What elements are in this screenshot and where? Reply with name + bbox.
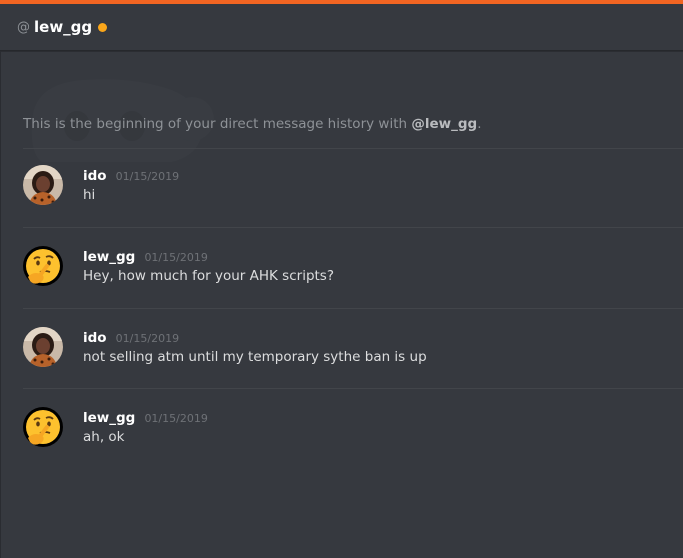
notice-suffix: . <box>477 116 482 132</box>
ido-avatar[interactable] <box>23 327 63 367</box>
notice-text: This is the beginning of your direct mes… <box>23 116 412 132</box>
message-content: not selling atm until my temporary sythe… <box>83 349 427 365</box>
thinking-face-avatar[interactable] <box>23 407 63 447</box>
message-author[interactable]: lew_gg <box>83 410 135 426</box>
ido-avatar[interactable] <box>23 165 63 205</box>
user-mention[interactable]: @lew_gg <box>411 116 477 132</box>
message-divider <box>23 148 683 149</box>
status-idle-icon <box>98 22 108 32</box>
message-timestamp: 01/15/2019 <box>144 412 208 425</box>
at-icon: @ <box>17 19 30 35</box>
message-content: ah, ok <box>83 429 125 445</box>
dm-header: @ lew_gg <box>0 4 683 51</box>
message-content: Hey, how much for your AHK scripts? <box>83 268 335 284</box>
dm-beginning-notice: This is the beginning of your direct mes… <box>23 116 481 132</box>
message-author[interactable]: ido <box>83 168 107 184</box>
header-username[interactable]: lew_gg <box>34 18 92 36</box>
discord-logo-watermark-icon <box>22 64 242 164</box>
dm-window: @ lew_gg This is the beginning of your d… <box>0 0 683 558</box>
message-divider <box>23 227 683 228</box>
message-author[interactable]: ido <box>83 330 107 346</box>
message-content: hi <box>83 187 96 203</box>
message-timestamp: 01/15/2019 <box>115 332 180 345</box>
thinking-face-avatar[interactable] <box>23 246 63 286</box>
message-timestamp: 01/15/2019 <box>144 251 208 264</box>
message-divider <box>23 388 683 389</box>
message-timestamp: 01/15/2019 <box>115 170 180 183</box>
message-author[interactable]: lew_gg <box>83 249 135 265</box>
message-list[interactable]: This is the beginning of your direct mes… <box>0 52 683 558</box>
message-divider <box>23 308 683 309</box>
